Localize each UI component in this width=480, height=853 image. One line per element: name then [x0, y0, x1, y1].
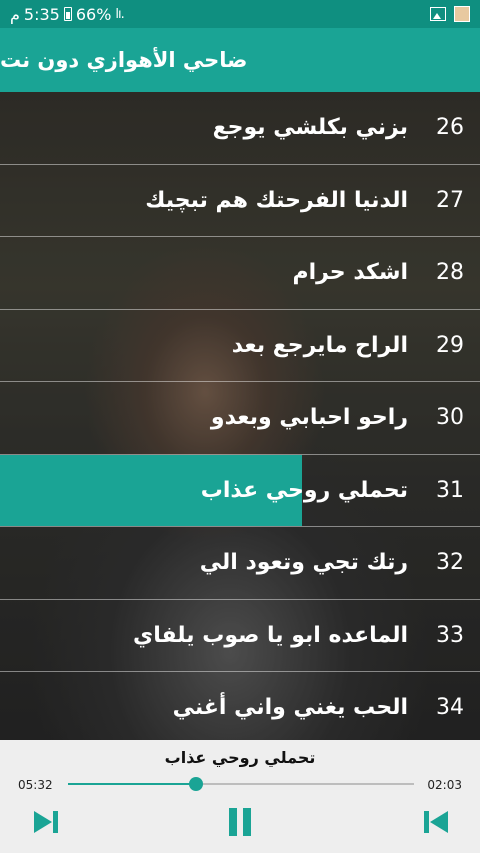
battery-icon	[63, 7, 72, 21]
player-bar: تحملي روحي عذاب 05:32 02:03	[0, 740, 480, 853]
song-list-item[interactable]: رتك تجي وتعود الي 32	[0, 527, 480, 600]
previous-button[interactable]	[418, 804, 454, 840]
song-list-item[interactable]: الماعده ابو يا صوب يلفاي 33	[0, 600, 480, 672]
song-title: بزني بكلشي يوجع	[212, 115, 408, 141]
battery-percent: 66%	[75, 4, 112, 24]
pause-icon	[229, 808, 251, 836]
app-bar: ضاحي الأهوازي دون نت	[0, 28, 480, 92]
song-title: اشكد حرام	[292, 260, 408, 286]
song-list-item[interactable]: اشكد حرام 28	[0, 237, 480, 310]
song-list-item[interactable]: الراح مايرجع بعد 29	[0, 310, 480, 382]
song-title: راحو احبابي وبعدو	[210, 405, 408, 431]
seek-thumb[interactable]	[189, 777, 204, 791]
song-list-container[interactable]: بزني بكلشي يوجع 26 الدنيا الفرحتك هم تبچيك…	[0, 92, 480, 740]
status-bar: م 5:35 66% lı.	[0, 0, 480, 28]
song-title: الحب يغني واني أغني	[172, 695, 408, 721]
song-number: 27	[436, 187, 464, 213]
song-title: الماعده ابو يا صوب يلفاي	[133, 622, 408, 648]
status-left-group: م 5:35 66% lı.	[10, 4, 125, 24]
song-number: 30	[436, 405, 464, 431]
song-list-item[interactable]: تحملي روحي عذاب 31	[0, 454, 480, 527]
elapsed-time: 02:03	[427, 778, 462, 792]
skip-next-icon	[34, 811, 58, 833]
total-time: 05:32	[18, 778, 53, 792]
song-number: 33	[436, 622, 464, 648]
song-number: 28	[436, 260, 464, 286]
song-list-item[interactable]: بزني بكلشي يوجع 26	[0, 92, 480, 165]
status-time: 5:35	[23, 4, 60, 24]
gallery-icon	[430, 7, 446, 21]
song-title: رتك تجي وتعود الي	[199, 550, 408, 576]
song-number: 26	[436, 115, 464, 141]
song-number: 32	[436, 550, 464, 576]
seek-bar[interactable]	[68, 777, 414, 791]
next-button[interactable]	[28, 804, 64, 840]
app-notification-icon	[454, 6, 470, 22]
song-title: تحملي روحي عذاب	[200, 477, 408, 503]
song-list-item[interactable]: راحو احبابي وبعدو 30	[0, 382, 480, 455]
song-list: بزني بكلشي يوجع 26 الدنيا الفرحتك هم تبچيك…	[0, 92, 480, 740]
song-list-item[interactable]: الحب يغني واني أغني 34	[0, 672, 480, 740]
song-title: الدنيا الفرحتك هم تبچيك	[145, 187, 408, 213]
skip-previous-icon	[424, 811, 448, 833]
song-number: 31	[436, 477, 464, 503]
song-title: الراح مايرجع بعد	[231, 332, 408, 358]
pause-button[interactable]	[222, 804, 258, 840]
seek-bar-fill	[68, 783, 197, 785]
song-list-item[interactable]: الدنيا الفرحتك هم تبچيك 27	[0, 165, 480, 237]
song-number: 34	[436, 695, 464, 721]
song-number: 29	[436, 332, 464, 358]
page-title: ضاحي الأهوازي دون نت	[0, 48, 248, 72]
signal-icon: lı.	[115, 6, 124, 22]
now-playing-title: تحملي روحي عذاب	[164, 748, 316, 767]
carrier-glyph: م	[10, 4, 20, 24]
status-right-group	[430, 6, 470, 22]
